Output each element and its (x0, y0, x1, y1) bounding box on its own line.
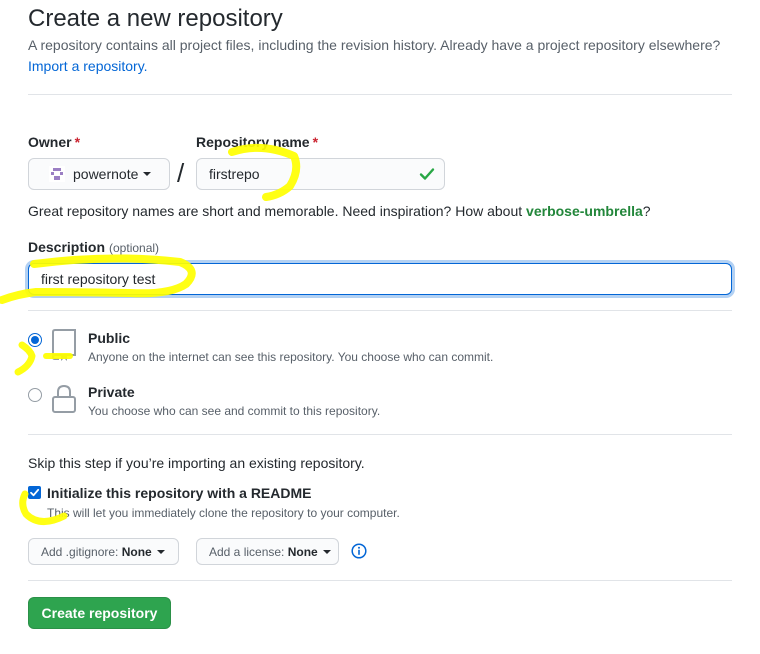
readme-label[interactable]: Initialize this repository with a README (47, 485, 311, 501)
repo-name-hint: Great repository names are short and mem… (28, 203, 651, 219)
readme-checkbox[interactable] (28, 486, 41, 499)
required-mark: * (74, 134, 81, 150)
info-icon[interactable] (351, 543, 367, 559)
divider (28, 580, 732, 581)
import-repository-link[interactable]: Import a repository. (28, 58, 148, 74)
license-label: Add a license: (209, 544, 285, 559)
license-value: None (287, 544, 318, 559)
owner-avatar-icon (49, 166, 65, 182)
page-title: Create a new repository (28, 5, 283, 32)
suggested-name[interactable]: verbose-umbrella (526, 203, 643, 219)
public-description: Anyone on the internet can see this repo… (88, 350, 494, 364)
public-radio[interactable] (28, 333, 42, 347)
owner-label: Owner * (28, 134, 80, 150)
repo-name-input[interactable]: firstrepo (196, 158, 445, 190)
lock-icon (52, 384, 76, 413)
gitignore-dropdown[interactable]: Add .gitignore: None (28, 538, 179, 565)
repo-name-label-text: Repository name (196, 134, 310, 150)
repo-name-label: Repository name * (196, 134, 318, 150)
owner-label-text: Owner (28, 134, 72, 150)
optional-label: (optional) (109, 241, 160, 255)
private-radio[interactable] (28, 388, 42, 402)
skip-step-text: Skip this step if you’re importing an ex… (28, 455, 365, 471)
gitignore-value: None (121, 544, 152, 559)
owner-value: powernote (73, 166, 139, 182)
description-value: first repository test (41, 271, 156, 287)
repo-icon (52, 329, 76, 361)
check-icon (419, 168, 435, 180)
highlight-public (14, 341, 36, 376)
page-subtitle: A repository contains all project files,… (28, 35, 738, 77)
owner-select[interactable]: powernote (28, 158, 170, 190)
chevron-down-icon (156, 549, 165, 554)
required-mark: * (312, 134, 319, 150)
hint-prefix: Great repository names are short and mem… (28, 203, 527, 219)
license-dropdown[interactable]: Add a license: None (196, 538, 339, 565)
public-title: Public (88, 330, 131, 346)
repo-name-value: firstrepo (209, 166, 260, 182)
private-description: You choose who can see and commit to thi… (88, 404, 381, 418)
radio-dot (31, 336, 39, 344)
description-label-text: Description (28, 239, 106, 255)
gitignore-label: Add .gitignore: (41, 544, 119, 559)
readme-description: This will let you immediately clone the … (47, 506, 400, 520)
description-input[interactable]: first repository test (28, 263, 732, 295)
hint-suffix: ? (642, 203, 651, 219)
checkmark-icon (30, 488, 40, 497)
owner-repo-separator: / (177, 158, 185, 188)
create-repository-button[interactable]: Create repository (28, 597, 171, 629)
divider (28, 94, 732, 95)
divider (28, 434, 732, 435)
private-title: Private (88, 384, 135, 400)
subtitle-text: A repository contains all project files,… (28, 37, 721, 53)
chevron-down-icon (322, 549, 331, 554)
description-label: Description (optional) (28, 239, 159, 255)
chevron-down-icon (143, 172, 152, 176)
divider (28, 310, 732, 311)
